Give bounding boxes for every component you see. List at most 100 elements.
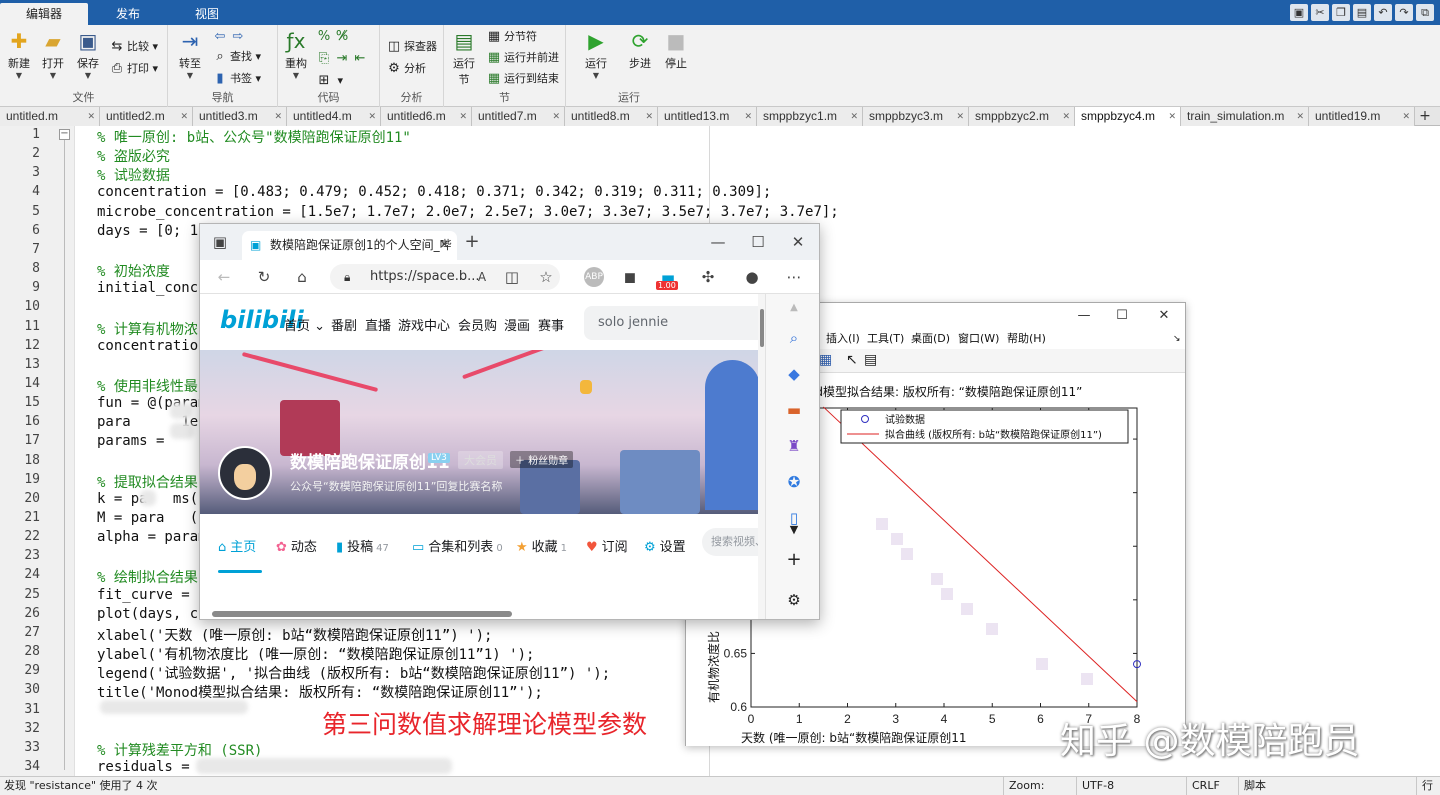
ribbon-tab-view[interactable]: 视图 (168, 3, 246, 25)
refactor-button[interactable]: ƒx 重构 ▼ (280, 29, 312, 80)
avatar[interactable] (218, 446, 272, 500)
comment-buttons[interactable]: % %̸ (316, 27, 352, 47)
url-field[interactable]: 🔒︎ https://space.b... (330, 264, 560, 290)
close-tab-icon[interactable]: ✕ (180, 107, 188, 125)
menu-window[interactable]: 窗口(W) (958, 329, 999, 349)
tab-actions-icon[interactable]: ▣ (210, 232, 230, 252)
compare-button[interactable]: ⇆ 比较 ▾ (109, 37, 158, 57)
paste-icon[interactable]: ▤ (1353, 4, 1371, 21)
file-tab[interactable]: untitled2.m ✕ (100, 107, 193, 126)
property-editor-icon[interactable]: ▦ (819, 352, 832, 368)
menu-tools[interactable]: 工具(T) (867, 329, 904, 349)
run-to-end-button[interactable]: ▦ 运行到结束 (486, 69, 559, 89)
redo-icon[interactable]: ↷ (1395, 4, 1413, 21)
file-tab[interactable]: smppbzyc2.m ✕ (969, 107, 1075, 126)
save-icon[interactable]: ▣ (1290, 4, 1308, 21)
close-tab-icon[interactable]: ✕ (645, 107, 653, 125)
video-search-input[interactable]: 搜索视频、 (702, 528, 765, 556)
close-tab-icon[interactable]: ✕ (1296, 107, 1304, 125)
read-aloud-icon[interactable]: A (472, 267, 492, 287)
close-tab-icon[interactable]: ✕ (744, 107, 752, 125)
fold-toggle-icon[interactable]: − (59, 129, 70, 140)
copilot-icon[interactable]: ✪ (784, 472, 804, 492)
copy-icon[interactable]: ❐ (1332, 4, 1350, 21)
analyze-button[interactable]: ⚙ 分析 (386, 59, 426, 79)
toolbox-icon[interactable]: ▬ (784, 400, 804, 420)
print-button[interactable]: ⎙ 打印 ▾ (109, 59, 158, 79)
bookmark-button[interactable]: ▮ 书签 ▾ (212, 69, 261, 89)
maximize-icon[interactable]: ☐ (748, 232, 768, 252)
profile-icon[interactable]: ● (742, 267, 762, 287)
ribbon-tab-editor[interactable]: 编辑器 (0, 3, 88, 25)
zoom-level[interactable]: Zoom: 125% (1003, 777, 1076, 795)
search-icon[interactable]: ⌕ (784, 328, 804, 348)
nav-manga[interactable]: 漫画 (504, 315, 530, 334)
tab-uploads[interactable]: ▮ 投稿 47 (336, 536, 389, 555)
file-tab[interactable]: train_simulation.m ✕ (1181, 107, 1309, 126)
nav-home[interactable]: 首页 ⌄ (284, 315, 325, 334)
browser-vertical-scrollbar[interactable] (758, 294, 765, 619)
section-break-button[interactable]: ▦ 分节符 (486, 27, 537, 47)
tab-subscriptions[interactable]: ♥ 订阅 (586, 536, 628, 555)
menu-desktop[interactable]: 桌面(D) (911, 329, 950, 349)
undo-icon[interactable]: ↶ (1374, 4, 1392, 21)
add-icon[interactable]: + (784, 550, 804, 570)
encoding[interactable]: UTF-8 (1076, 777, 1186, 795)
close-tab-icon[interactable]: ✕ (1062, 107, 1070, 125)
dock-arrow-icon[interactable]: ↘ (1173, 329, 1181, 349)
gear-icon[interactable]: ⚙ (784, 590, 804, 610)
goto-button[interactable]: ⇥ 转至 ▼ (174, 29, 206, 80)
line-ending[interactable]: CRLF (1186, 777, 1238, 795)
extension-icon[interactable]: ◼ (620, 267, 640, 287)
tab-home[interactable]: ⌂ 主页 (218, 536, 256, 555)
close-tab-icon[interactable]: ✕ (956, 107, 964, 125)
tab-favorites[interactable]: ★ 收藏 1 (516, 536, 567, 555)
file-tab[interactable]: smppbzyc1.m ✕ (757, 107, 863, 126)
close-tab-icon[interactable]: ✕ (1402, 107, 1410, 125)
close-tab-icon[interactable]: ✕ (459, 107, 467, 125)
refresh-icon[interactable]: ↻ (254, 267, 274, 287)
new-button[interactable]: ✚ 新建 ▼ (3, 29, 35, 80)
scroll-up-icon[interactable]: ▲ (784, 298, 804, 318)
back-arrow-icon[interactable]: ← (214, 267, 234, 287)
extensions-puzzle-icon[interactable]: ✣ (698, 267, 718, 287)
games-icon[interactable]: ♜ (784, 436, 804, 456)
tab-settings[interactable]: ⚙ 设置 (644, 536, 686, 555)
split-screen-icon[interactable]: ◫ (502, 267, 522, 287)
close-tab-icon[interactable]: ✕ (1168, 107, 1176, 125)
file-tab[interactable]: smppbzyc4.m ✕ (1075, 107, 1181, 126)
cut-icon[interactable]: ✂ (1311, 4, 1329, 21)
switch-windows-icon[interactable]: ⧉ (1416, 4, 1434, 21)
close-tab-icon[interactable]: ✕ (368, 107, 376, 125)
file-tab[interactable]: untitled6.m ✕ (381, 107, 472, 126)
plot-browser-icon[interactable]: ▤ (864, 352, 877, 368)
smart-indent-button[interactable]: ⊞ ▾ (316, 71, 343, 91)
find-button[interactable]: ⌕ 查找 ▾ (212, 47, 261, 67)
save-button[interactable]: ▣ 保存 ▼ (72, 29, 104, 80)
menu-insert[interactable]: 插入(I) (826, 329, 860, 349)
browser-tab[interactable]: ▣ 数模陪跑保证原创1的个人空间_哔 ✕ (242, 231, 457, 260)
close-tab-icon[interactable]: ✕ (274, 107, 282, 125)
close-tab-icon[interactable]: ✕ (87, 107, 95, 125)
run-advance-button[interactable]: ▦ 运行并前进 (486, 48, 559, 68)
indent-buttons[interactable]: ⎘ ⇥ ⇤ (316, 49, 370, 69)
bilibili-search-input[interactable]: solo jennie (584, 306, 765, 340)
minimize-icon[interactable]: — (708, 232, 728, 252)
run-section-button[interactable]: ▤ 运行节 (448, 29, 480, 87)
close-tab-icon[interactable]: ✕ (850, 107, 858, 125)
close-tab-icon[interactable]: ✕ (552, 107, 560, 125)
tab-dynamic[interactable]: ✿ 动态 (276, 536, 317, 555)
back-forward-buttons[interactable]: ⇦ ⇨ (212, 27, 248, 47)
favorite-star-icon[interactable]: ☆ (536, 267, 556, 287)
maximize-icon[interactable]: ☐ (1110, 307, 1134, 325)
stop-button[interactable]: ■ 停止 (660, 29, 692, 71)
new-tab-icon[interactable]: + (462, 232, 482, 252)
file-tab[interactable]: smppbzyc3.m ✕ (863, 107, 969, 126)
adblock-icon[interactable]: ABP (584, 267, 604, 287)
open-button[interactable]: ▰ 打开 ▼ (37, 29, 69, 80)
close-icon[interactable]: ✕ (1152, 307, 1176, 325)
file-tab[interactable]: untitled.m ✕ (0, 107, 100, 126)
home-icon[interactable]: ⌂ (292, 267, 312, 287)
scroll-thumb[interactable] (212, 611, 512, 617)
fan-medal-button[interactable]: ＋ 粉丝勋章 (510, 451, 574, 468)
